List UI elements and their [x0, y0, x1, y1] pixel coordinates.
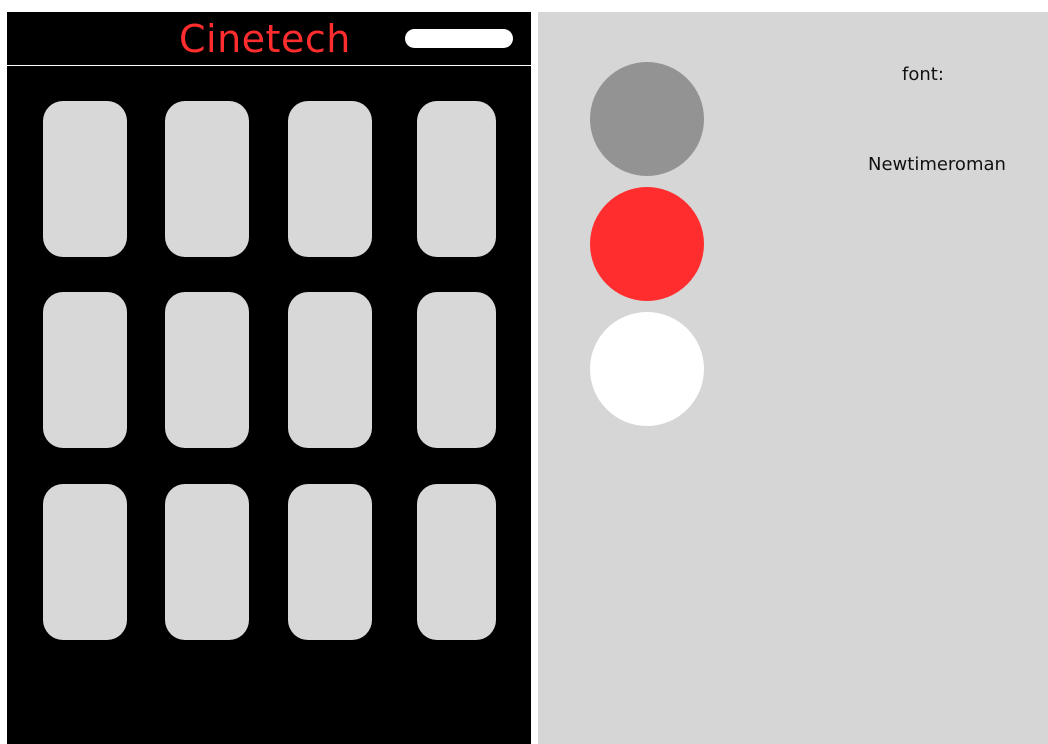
- movie-card[interactable]: [165, 484, 249, 640]
- movie-card[interactable]: [417, 292, 496, 448]
- mockup-canvas: Cinetech font: Newtimeroman: [0, 0, 1048, 744]
- movie-card[interactable]: [288, 101, 372, 257]
- red-swatch: [590, 187, 704, 301]
- movie-card[interactable]: [417, 484, 496, 640]
- white-swatch: [590, 312, 704, 426]
- movie-card[interactable]: [417, 101, 496, 257]
- font-label: font:: [902, 64, 944, 85]
- movie-card[interactable]: [165, 101, 249, 257]
- movie-card[interactable]: [43, 292, 127, 448]
- movie-card[interactable]: [43, 484, 127, 640]
- style-guide-panel: font: Newtimeroman: [538, 12, 1048, 744]
- movie-card[interactable]: [288, 292, 372, 448]
- movie-grid: [7, 12, 531, 744]
- font-name: Newtimeroman: [868, 154, 1006, 175]
- movie-card[interactable]: [165, 292, 249, 448]
- movie-card[interactable]: [43, 101, 127, 257]
- movie-card[interactable]: [288, 484, 372, 640]
- phone-screen: Cinetech: [7, 12, 531, 744]
- gray-swatch: [590, 62, 704, 176]
